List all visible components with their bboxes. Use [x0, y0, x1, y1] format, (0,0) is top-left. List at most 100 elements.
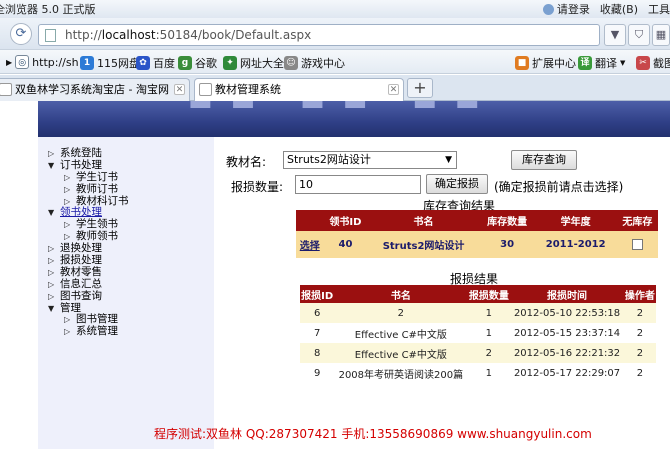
stock-query-button[interactable]: 库存查询: [511, 150, 577, 170]
confirm-damage-button[interactable]: 确定报损: [426, 174, 488, 194]
close-icon[interactable]: ✕: [388, 84, 399, 95]
compass-icon: ✦: [223, 56, 237, 70]
shield-icon: ⛉: [634, 28, 644, 41]
cloud-icon: 1: [80, 56, 94, 70]
security-button[interactable]: ⛉: [628, 24, 650, 46]
refresh-button[interactable]: ⟳: [10, 23, 32, 45]
title-bar-menu: 请登录 收藏(B) 工具: [542, 1, 670, 17]
tab-taobao[interactable]: 双鱼林学习系统淘宝店 - 淘宝网 ✕: [0, 78, 190, 101]
result-column-header: 报损ID: [300, 285, 335, 303]
browser-title-bar: 全浏览器 5.0 正式版 请登录 收藏(B) 工具: [0, 0, 670, 18]
url-field[interactable]: http://localhost:50184/book/Default.aspx: [38, 24, 600, 46]
chevron-down-icon: ▼: [610, 28, 620, 41]
table-cell: 2008年考研英语阅读200篇: [334, 363, 468, 383]
select-link[interactable]: 选择: [300, 241, 320, 252]
cell-book-name: Struts2网站设计: [382, 241, 465, 252]
fav-label: 翻译: [595, 57, 617, 70]
textbook-name-label: 教材名:: [226, 155, 267, 169]
table-cell: 9: [300, 363, 335, 383]
arrow-right-icon: ▶: [6, 57, 13, 67]
table-cell: 8: [300, 343, 335, 363]
nav-item[interactable]: ▷ 系统管理: [48, 326, 129, 338]
dropdown-button[interactable]: ▼: [604, 24, 626, 46]
puzzle-icon: ■: [515, 56, 529, 70]
result-column-header: 操作者: [623, 285, 656, 303]
caret-down-icon: ▼: [48, 208, 55, 218]
tab-textbook-system[interactable]: 教材管理系统 ✕: [194, 78, 404, 101]
banner-artwork: ▬▬ ▬▬ ▬▬: [188, 101, 498, 117]
result-column-header: 报损数量: [467, 285, 511, 303]
close-icon[interactable]: ✕: [174, 84, 185, 95]
stock-column-header: 库存数量: [479, 210, 535, 231]
cell-school-year: 2011-2012: [545, 239, 606, 250]
caret-right-icon: ▷: [48, 291, 55, 301]
fav-item-5[interactable]: ✦ 网址大全: [223, 55, 284, 71]
table-cell: 1: [467, 303, 511, 323]
favorites-menu[interactable]: 收藏(B): [600, 1, 638, 17]
nav-item-label: 教材零售: [60, 265, 102, 278]
extensions-center[interactable]: ■ 扩展中心: [515, 55, 576, 71]
refresh-icon: ⟳: [15, 26, 27, 41]
google-icon: g: [178, 56, 192, 70]
extension-button[interactable]: ▦: [652, 24, 670, 46]
result-column-header: 报损时间: [510, 285, 624, 303]
new-tab-button[interactable]: +: [407, 78, 433, 98]
nav-item-label: 系统管理: [76, 325, 118, 338]
table-cell: 2012-05-10 22:53:18: [510, 303, 624, 323]
stock-column-header: 书名: [367, 210, 480, 231]
fav-item-6[interactable]: ☺ 游戏中心: [284, 55, 345, 71]
caret-right-icon: ▷: [64, 315, 71, 325]
screenshot-button[interactable]: ✂ 截图: [636, 55, 670, 71]
no-stock-checkbox[interactable]: [631, 238, 643, 250]
nav-item-label: 信息汇总: [60, 277, 102, 290]
caret-right-icon: ▷: [48, 267, 55, 277]
table-cell: 2012-05-15 23:37:14: [510, 323, 624, 343]
fav-label: 截图: [653, 57, 670, 70]
fav-label: http://sh: [32, 55, 79, 69]
table-cell: 1: [467, 363, 511, 383]
table-cell: 1: [467, 323, 511, 343]
tools-menu[interactable]: 工具: [648, 1, 670, 17]
caret-right-icon: ▷: [64, 172, 71, 182]
table-cell: 6: [300, 303, 335, 323]
confirm-hint: (确定报损前请点击选择): [494, 180, 624, 194]
damage-result-table: 报损ID 书名 报损数量 报损时间 操作者 6 2 1 2012-05-10 22:53:18…: [300, 285, 656, 383]
fav-label: 网址大全: [240, 57, 284, 70]
fav-item-4[interactable]: g 谷歌: [178, 55, 217, 71]
result-column-header: 书名: [334, 285, 468, 303]
fav-item-1[interactable]: ▶ ◎ http://sh: [6, 55, 79, 69]
table-cell: Effective C#中文版: [334, 343, 468, 363]
grid-icon: ▦: [655, 28, 667, 41]
nav-item-label: 退换处理: [60, 242, 102, 255]
login-link[interactable]: 请登录: [557, 1, 590, 17]
damage-quantity-input[interactable]: 10: [295, 175, 421, 194]
fav-item-2[interactable]: 1 115网盘: [80, 55, 140, 71]
textbook-select-value: Struts2网站设计: [287, 153, 371, 166]
table-cell: 2: [623, 323, 656, 343]
nav-item-label: 图书管理: [76, 313, 118, 326]
browser-title: 全浏览器 5.0 正式版: [0, 3, 96, 16]
nav-item-label: 系统登陆: [60, 147, 102, 159]
tab-bar: 双鱼林学习系统淘宝店 - 淘宝网 ✕ 教材管理系统 ✕ +: [0, 75, 670, 101]
fav-item-3[interactable]: ✿ 百度: [136, 55, 175, 71]
stock-column-header: [296, 210, 324, 231]
table-cell: 2: [334, 303, 468, 323]
table-cell: Effective C#中文版: [334, 323, 468, 343]
nav-item-label: 订书处理: [60, 158, 102, 171]
table-cell: 2012-05-17 22:29:07: [510, 363, 624, 383]
nav-item-label: 领书处理: [60, 206, 102, 219]
url-host: localhost: [101, 28, 156, 42]
paw-icon: ✿: [136, 56, 150, 70]
caret-right-icon: ▷: [64, 327, 71, 337]
table-row: 6 2 1 2012-05-10 22:53:18 2: [300, 303, 656, 323]
nav-item-label: 管理: [60, 301, 81, 314]
table-row: 选择 40 Struts2网站设计 30 2011-2012: [296, 231, 658, 258]
table-cell: 2: [623, 303, 656, 323]
textbook-select[interactable]: Struts2网站设计 ▼: [283, 151, 457, 169]
nav-tree: ▷ 系统登陆 ▼ 订书处理 ▷ 学生订书 ▷ 教师订书 ▷ 教材科订书 ▼ 领书处理 ▷ 学生领书 ▷ 教师领…: [48, 147, 129, 338]
table-row: 9 2008年考研英语阅读200篇 1 2012-05-17 22:29:07 2: [300, 363, 656, 383]
table-cell: 2: [623, 343, 656, 363]
translate-button[interactable]: 译翻译 ▼: [578, 55, 625, 71]
page-icon: [45, 29, 56, 42]
fav-label: 百度: [153, 57, 175, 70]
